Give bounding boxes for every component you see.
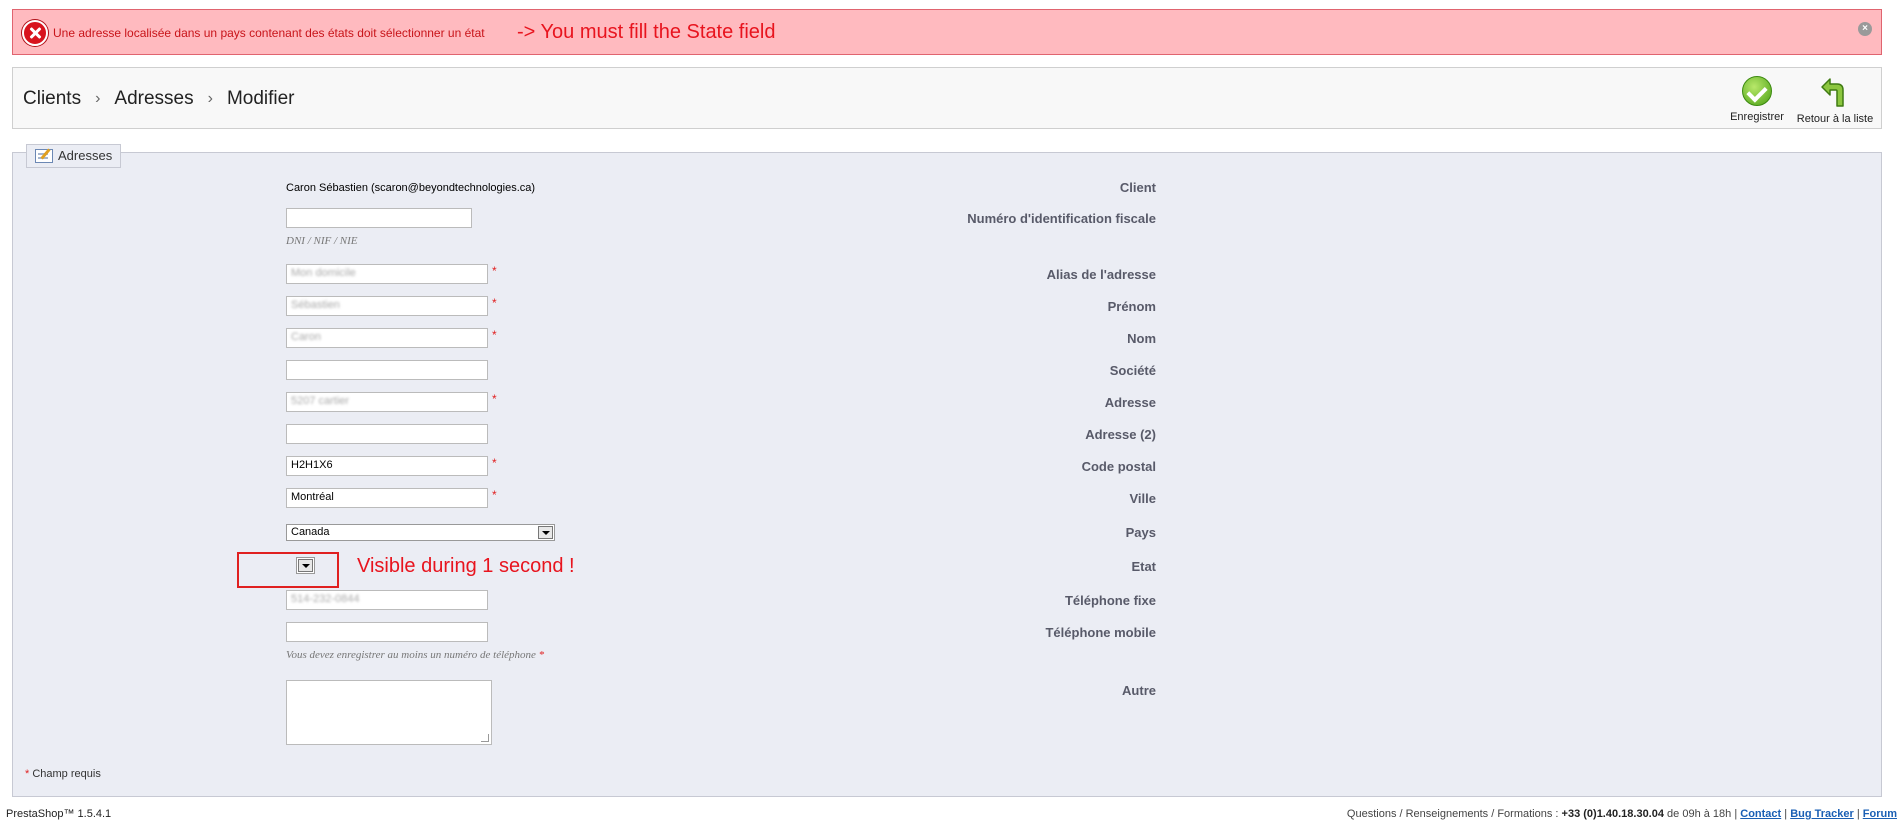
alias-value: Mon domicile	[291, 267, 356, 279]
address-form-panel: Adresses Client Caron Sébastien (scaron@…	[12, 144, 1882, 797]
postcode-input[interactable]: H2H1X6	[286, 456, 488, 476]
country-label: Pays	[1125, 525, 1156, 540]
lastname-label: Nom	[1127, 331, 1156, 346]
back-to-list-button[interactable]: Retour à la liste	[1793, 76, 1877, 125]
other-label: Autre	[1122, 683, 1156, 698]
required-note: * Champ requis	[25, 768, 101, 780]
footer-sep: |	[1781, 808, 1791, 820]
chevron-down-icon[interactable]	[298, 559, 313, 572]
address-label: Adresse	[1104, 395, 1156, 410]
forum-link[interactable]: Forum	[1863, 808, 1897, 820]
required-star: *	[492, 392, 497, 406]
close-icon[interactable]: ×	[1858, 22, 1872, 36]
state-highlight-box	[237, 552, 339, 588]
chevron-right-icon: ›	[95, 90, 101, 107]
tax-id-input[interactable]	[286, 208, 472, 228]
phone-input[interactable]: 514-232-0844	[286, 590, 488, 610]
city-input[interactable]: Montréal	[286, 488, 488, 508]
save-button[interactable]: Enregistrer	[1724, 76, 1790, 123]
bug-tracker-link[interactable]: Bug Tracker	[1790, 808, 1854, 820]
client-value: Caron Sébastien (scaron@beyondtechnologi…	[286, 182, 536, 194]
checkmark-icon	[1742, 76, 1772, 106]
other-textarea[interactable]	[286, 680, 492, 745]
alias-input[interactable]: Mon domicile	[286, 264, 488, 284]
postcode-label: Code postal	[1081, 459, 1156, 474]
breadcrumb: Clients › Adresses › Modifier	[23, 88, 295, 110]
breadcrumb-adresses[interactable]: Adresses	[114, 88, 193, 110]
company-label: Société	[1109, 363, 1156, 378]
address2-input[interactable]	[286, 424, 488, 444]
lastname-value: Caron	[291, 331, 321, 343]
state-select[interactable]	[296, 557, 315, 574]
footer-version: PrestaShop™ 1.5.4.1	[6, 808, 112, 820]
country-select[interactable]: Canada	[286, 524, 555, 541]
country-value: Canada	[291, 526, 330, 538]
mobile-label: Téléphone mobile	[1045, 625, 1156, 640]
page-toolbar: Clients › Adresses › Modifier Enregistre…	[12, 67, 1882, 129]
chevron-right-icon: ›	[207, 90, 213, 107]
city-label: Ville	[1129, 491, 1156, 506]
error-banner: Une adresse localisée dans un pays conte…	[12, 9, 1882, 55]
legend-label: Adresses	[58, 148, 113, 163]
contact-link[interactable]: Contact	[1740, 808, 1781, 820]
required-star: *	[492, 328, 497, 342]
required-note-text: Champ requis	[32, 768, 101, 780]
breadcrumb-modifier: Modifier	[226, 88, 295, 109]
phone-value: 514-232-0844	[291, 593, 360, 605]
return-arrow-icon	[1821, 78, 1844, 107]
state-label: Etat	[1131, 559, 1156, 574]
mobile-input[interactable]	[286, 622, 488, 642]
breadcrumb-clients[interactable]: Clients	[23, 88, 81, 110]
chevron-down-icon[interactable]	[538, 526, 553, 539]
required-star: *	[492, 296, 497, 310]
error-message: Une adresse localisée dans un pays conte…	[53, 26, 485, 40]
footer-hours: de 09h à 18h |	[1663, 808, 1741, 820]
tax-id-hint: DNI / NIF / NIE	[286, 235, 358, 247]
required-star: *	[538, 649, 545, 661]
error-annotation: -> You must fill the State field	[517, 21, 776, 43]
panel-legend: Adresses	[26, 144, 122, 168]
address-input[interactable]: 5207 cartier	[286, 392, 488, 412]
firstname-value: Sébastien	[291, 299, 340, 311]
save-label: Enregistrer	[1730, 111, 1784, 123]
error-icon	[22, 20, 48, 46]
company-input[interactable]	[286, 360, 488, 380]
footer-info-text: Questions / Renseignements / Formations …	[1346, 808, 1562, 820]
footer-phone: +33 (0)1.40.18.30.04	[1561, 808, 1664, 820]
edit-icon	[35, 149, 53, 163]
footer-sep: |	[1853, 808, 1863, 820]
client-label: Client	[1119, 180, 1156, 195]
state-annotation: Visible during 1 second !	[357, 555, 575, 577]
firstname-label: Prénom	[1107, 299, 1156, 314]
back-label: Retour à la liste	[1796, 113, 1874, 125]
phone-hint-text: Vous devez enregistrer au moins un numér…	[286, 649, 536, 661]
firstname-input[interactable]: Sébastien	[286, 296, 488, 316]
phone-label: Téléphone fixe	[1064, 593, 1156, 608]
address-value: 5207 cartier	[291, 395, 350, 407]
required-star: *	[492, 488, 497, 502]
required-star: *	[492, 456, 497, 470]
required-star: *	[492, 264, 497, 278]
address2-label: Adresse (2)	[1085, 427, 1156, 442]
required-star: *	[25, 768, 30, 780]
lastname-input[interactable]: Caron	[286, 328, 488, 348]
phone-hint: Vous devez enregistrer au moins un numér…	[286, 649, 544, 661]
alias-label: Alias de l'adresse	[1046, 267, 1156, 282]
tax-id-label: Numéro d'identification fiscale	[967, 211, 1156, 226]
footer-info: Questions / Renseignements / Formations …	[1347, 808, 1897, 820]
